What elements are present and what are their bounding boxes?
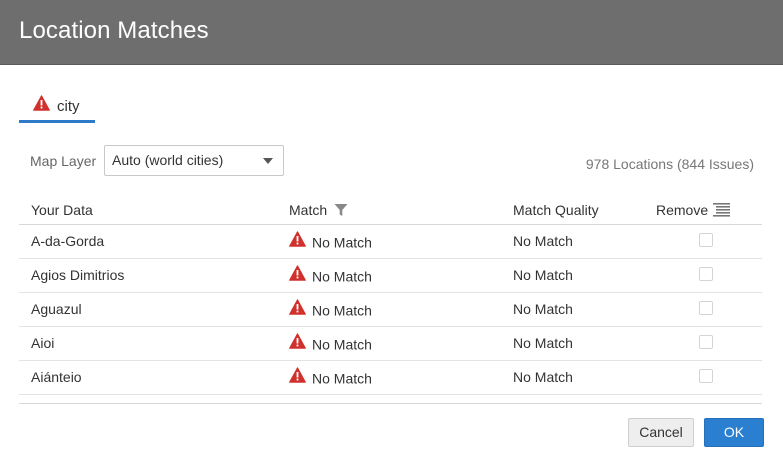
column-header-your-data: Your Data xyxy=(31,202,93,218)
your-data-cell: A-da-Gorda xyxy=(31,233,105,249)
column-header-match-quality: Match Quality xyxy=(513,202,599,218)
table-row: Aioi No Match No Match xyxy=(19,327,762,361)
chevron-down-icon xyxy=(263,158,273,164)
your-data-cell: Aiánteio xyxy=(31,369,82,385)
map-layer-select[interactable]: Auto (world cities) xyxy=(104,145,284,176)
table-divider xyxy=(19,403,762,404)
match-cell: No Match xyxy=(289,367,372,389)
table-row: Aguazul No Match No Match xyxy=(19,293,762,327)
map-layer-label: Map Layer xyxy=(30,153,97,169)
dialog-title: Location Matches xyxy=(19,17,209,44)
table-body: A-da-Gorda No Match No Match Agios Dimitrio… xyxy=(19,225,762,395)
match-quality-cell: No Match xyxy=(513,267,573,283)
warning-icon xyxy=(289,333,306,354)
match-quality-cell: No Match xyxy=(513,369,573,385)
warning-icon xyxy=(33,95,50,116)
match-cell: No Match xyxy=(289,333,372,355)
tab-city[interactable]: city xyxy=(19,92,95,123)
remove-checkbox[interactable] xyxy=(699,369,713,383)
match-quality-cell: No Match xyxy=(513,335,573,351)
remove-checkbox[interactable] xyxy=(699,233,713,247)
remove-checkbox[interactable] xyxy=(699,335,713,349)
match-value: No Match xyxy=(312,370,372,387)
tab-label: city xyxy=(57,98,80,115)
your-data-cell: Aioi xyxy=(31,335,55,351)
table-header: Your Data Match Match Quality Remove xyxy=(19,194,762,225)
table-row: Agios Dimitrios No Match No Match xyxy=(19,259,762,293)
warning-icon xyxy=(289,367,306,388)
remove-checkbox[interactable] xyxy=(699,301,713,315)
table-row: A-da-Gorda No Match No Match xyxy=(19,225,762,259)
map-layer-value: Auto (world cities) xyxy=(112,152,224,168)
warning-icon xyxy=(289,265,306,286)
your-data-cell: Aguazul xyxy=(31,301,82,317)
menu-icon[interactable] xyxy=(713,203,730,222)
table-row: Aiánteio No Match No Match xyxy=(19,361,762,395)
match-value: No Match xyxy=(312,268,372,285)
match-cell: No Match xyxy=(289,231,372,253)
match-value: No Match xyxy=(312,336,372,353)
dialog-titlebar: Location Matches xyxy=(0,0,783,65)
warning-icon xyxy=(289,231,306,252)
match-quality-cell: No Match xyxy=(513,233,573,249)
cancel-button[interactable]: Cancel xyxy=(628,418,694,447)
ok-button[interactable]: OK xyxy=(704,418,764,447)
matches-table: Your Data Match Match Quality Remove A-d… xyxy=(19,194,762,404)
locations-count: 978 Locations (844 Issues) xyxy=(585,156,754,172)
warning-icon xyxy=(289,299,306,320)
match-cell: No Match xyxy=(289,265,372,287)
column-header-match[interactable]: Match xyxy=(289,202,327,218)
filter-icon[interactable] xyxy=(334,203,348,222)
column-header-remove: Remove xyxy=(656,202,709,218)
match-value: No Match xyxy=(312,234,372,251)
match-quality-cell: No Match xyxy=(513,301,573,317)
remove-checkbox[interactable] xyxy=(699,267,713,281)
match-value: No Match xyxy=(312,302,372,319)
match-cell: No Match xyxy=(289,299,372,321)
your-data-cell: Agios Dimitrios xyxy=(31,267,125,283)
